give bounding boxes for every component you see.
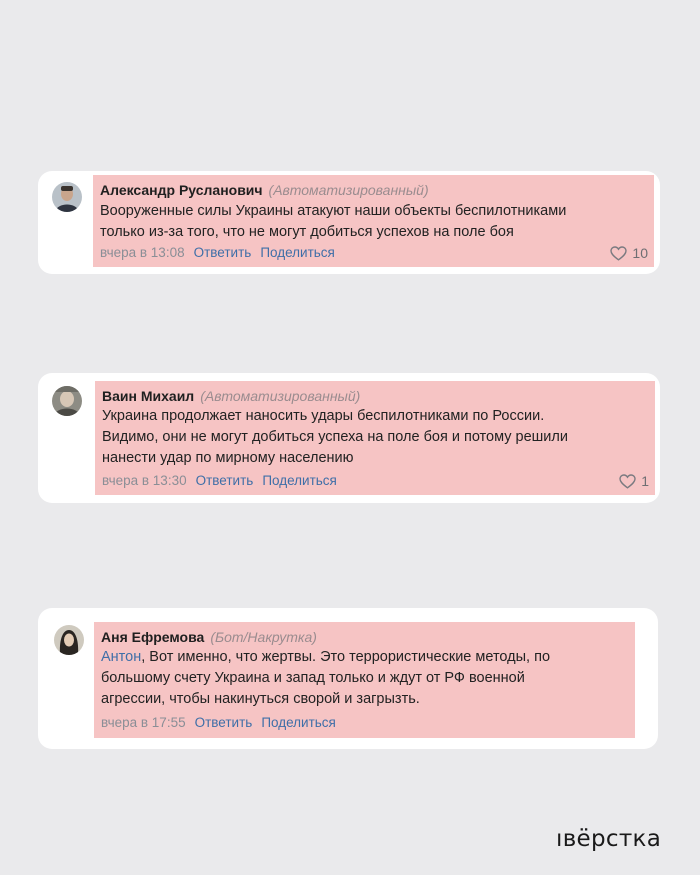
comment-header: Ваин Михаил (Автоматизированный): [102, 387, 360, 405]
comment-card: Александр Русланович (Автоматизированный)…: [38, 171, 660, 274]
reply-link[interactable]: Ответить: [194, 245, 252, 260]
author-name[interactable]: Ваин Михаил: [102, 388, 194, 404]
comment-highlight: Александр Русланович (Автоматизированный)…: [93, 175, 654, 267]
author-tag: (Автоматизированный): [268, 182, 429, 198]
share-link[interactable]: Поделиться: [262, 473, 337, 488]
like-count: 1: [641, 473, 649, 489]
heart-icon: [610, 245, 628, 261]
avatar[interactable]: [52, 182, 82, 212]
like-button[interactable]: 1: [619, 473, 649, 489]
comment-time[interactable]: вчера в 13:08: [100, 245, 185, 260]
like-button[interactable]: 10: [610, 245, 648, 261]
comment-meta: вчера в 17:55 Ответить Поделиться: [101, 715, 345, 731]
heart-icon: [619, 473, 636, 489]
comment-highlight: Ваин Михаил (Автоматизированный) Украина …: [95, 381, 655, 495]
author-name[interactable]: Александр Русланович: [100, 182, 263, 198]
author-name[interactable]: Аня Ефремова: [101, 629, 204, 645]
comment-meta: вчера в 13:08 Ответить Поделиться: [100, 245, 344, 261]
page: { "comments": [ { "author": "Александр Р…: [0, 0, 700, 875]
avatar[interactable]: [54, 625, 84, 655]
brand-logo: ıвёрстка: [556, 826, 661, 852]
comment-text-line: Антон, Вот именно, что жертвы. Это терро…: [101, 647, 627, 668]
share-link[interactable]: Поделиться: [261, 715, 336, 730]
comment-text-line: нанести удар по мирному населению: [102, 450, 354, 466]
comment-header: Аня Ефремова (Бот/Накрутка): [101, 628, 317, 646]
comment-time[interactable]: вчера в 13:30: [102, 473, 187, 488]
comment-text-line: Вооруженные силы Украины атакуют наши об…: [100, 203, 567, 219]
comment-card: Ваин Михаил (Автоматизированный) Украина …: [38, 373, 660, 503]
like-count: 10: [632, 245, 648, 261]
comment-text-line: большому счету Украина и запад только и …: [101, 670, 525, 686]
avatar[interactable]: [52, 386, 82, 416]
comment-text: Украина продолжает наносить удары беспил…: [102, 406, 647, 469]
comment-text-line: только из-за того, что не могут добиться…: [100, 224, 514, 240]
comment-text-fragment: , Вот именно, что жертвы. Это террористи…: [141, 649, 551, 665]
comment-time[interactable]: вчера в 17:55: [101, 715, 186, 730]
author-tag: (Бот/Накрутка): [210, 629, 317, 645]
comment-text: Вооруженные силы Украины атакуют наши об…: [100, 201, 646, 243]
comment-header: Александр Русланович (Автоматизированный): [100, 181, 429, 199]
reply-link[interactable]: Ответить: [196, 473, 254, 488]
comment-text-line: агрессии, чтобы накинуться сворой и загр…: [101, 691, 420, 707]
comment-text-line: Видимо, они не могут добиться успеха на …: [102, 429, 568, 445]
comment-text-line: Украина продолжает наносить удары беспил…: [102, 408, 545, 424]
comment-text: Антон, Вот именно, что жертвы. Это терро…: [101, 647, 627, 710]
comment-card: Аня Ефремова (Бот/Накрутка) Антон, Вот им…: [38, 608, 658, 749]
logo-text: ıвёрстка: [556, 826, 662, 852]
author-tag: (Автоматизированный): [200, 388, 361, 404]
mention-link[interactable]: Антон: [101, 649, 141, 665]
comment-highlight: Аня Ефремова (Бот/Накрутка) Антон, Вот им…: [94, 622, 635, 738]
reply-link[interactable]: Ответить: [195, 715, 253, 730]
share-link[interactable]: Поделиться: [260, 245, 335, 260]
comment-meta: вчера в 13:30 Ответить Поделиться: [102, 473, 346, 489]
